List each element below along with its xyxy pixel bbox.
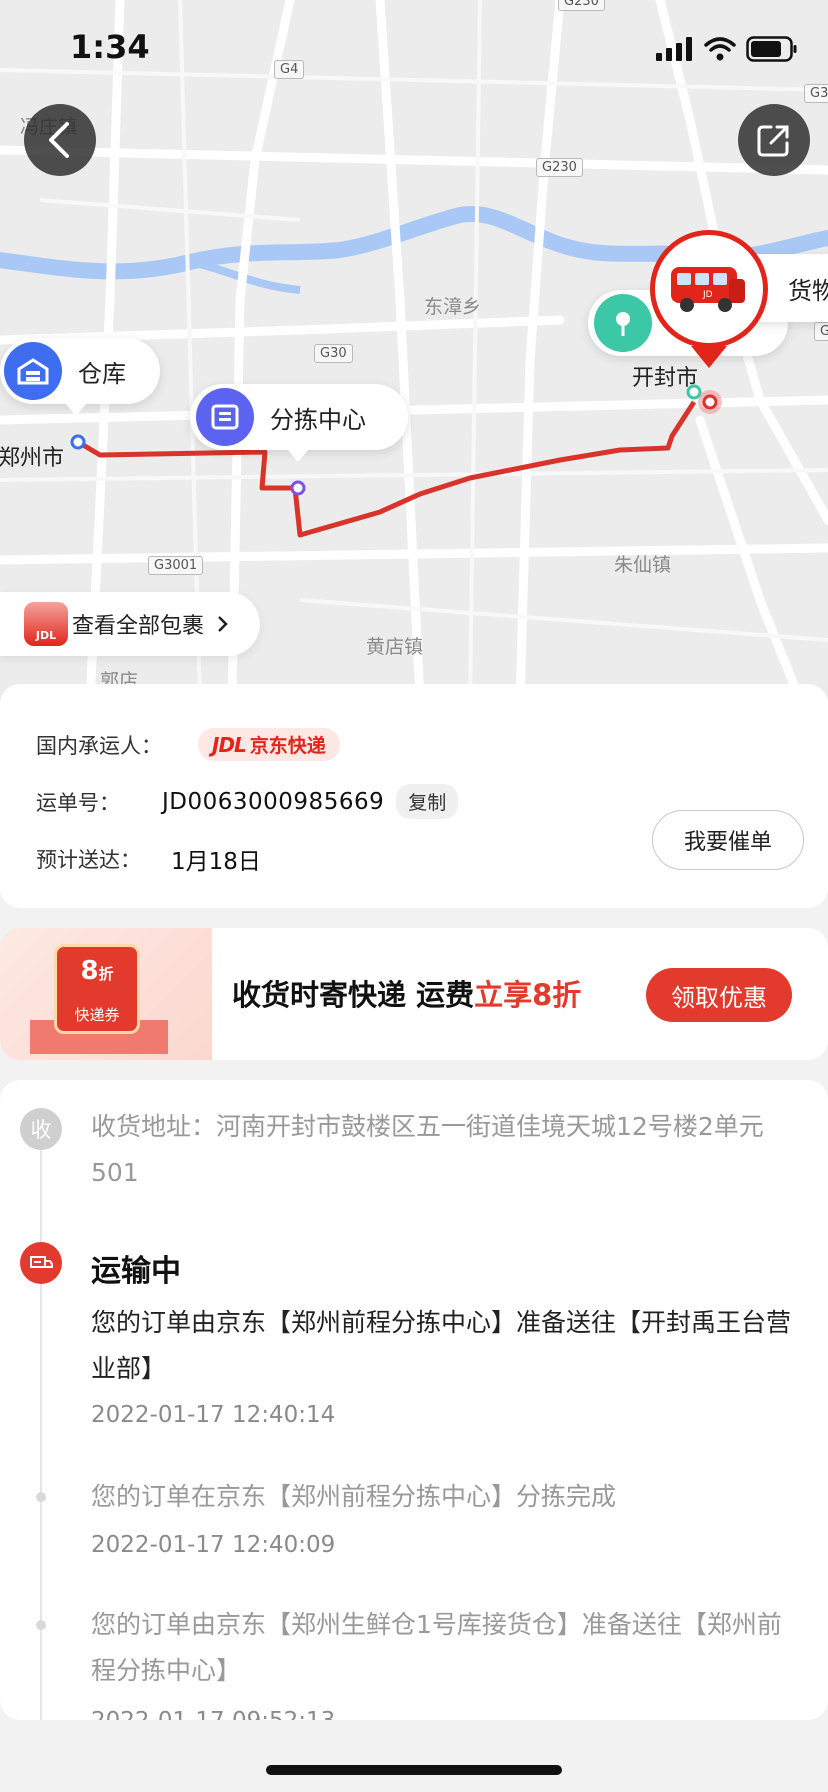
promo-text-highlight: 立享8折 bbox=[474, 978, 582, 1012]
sorting-center-icon bbox=[196, 388, 254, 446]
view-all-packages-button[interactable]: JDL 查看全部包裹 bbox=[0, 592, 260, 656]
map-label-kaifeng: 开封市 bbox=[632, 366, 699, 391]
share-icon bbox=[757, 125, 789, 157]
carrier-row: 国内承运人： JDL 京东快递 bbox=[36, 728, 340, 761]
package-box-icon: JDL bbox=[24, 602, 68, 646]
map-label-zhengzhou: 郑州市 bbox=[0, 446, 65, 471]
event-time-2: 2022-01-17 12:40:09 bbox=[91, 1532, 336, 1558]
timeline-dot bbox=[36, 1492, 46, 1502]
sorting-center-label: 分拣中心 bbox=[270, 405, 366, 434]
road-shield-g3x: G3 bbox=[804, 84, 828, 103]
signal-icon bbox=[656, 37, 692, 61]
home-indicator-area bbox=[0, 1722, 828, 1792]
current-status: 运输中 bbox=[91, 1254, 181, 1289]
truck-marker[interactable]: JD bbox=[650, 230, 768, 348]
coupon-discount: 8 bbox=[80, 956, 99, 986]
tracking-timeline-card: 收 收货地址：河南开封市鼓楼区五一街道佳境天城12号楼2单元501 运输中 您的… bbox=[0, 1080, 828, 1720]
copy-waybill-button[interactable]: 复制 bbox=[396, 784, 459, 819]
delivery-address: 收货地址：河南开封市鼓楼区五一街道佳境天城12号楼2单元501 bbox=[91, 1112, 764, 1187]
in-transit-node bbox=[20, 1242, 62, 1284]
status-icons bbox=[656, 36, 798, 62]
event-text-3: 您的订单由京东【郑州生鲜仓1号库接货仓】准备送往【郑州前程分拣中心】 bbox=[91, 1610, 782, 1685]
timeline-line bbox=[40, 1120, 42, 1720]
waybill-row: 运单号： JD0063000985669 复制 bbox=[36, 784, 459, 819]
map-label-dongzhang: 东漳乡 bbox=[424, 296, 482, 318]
road-shield-g30: G30 bbox=[314, 344, 353, 363]
event-text-1: 您的订单由京东【郑州前程分拣中心】准备送往【开封禹王台营业部】 bbox=[91, 1308, 792, 1383]
coupon-illustration: 8折 快递券 bbox=[0, 928, 212, 1060]
road-shield-g230: G230 bbox=[536, 158, 583, 177]
coupon-badge: 8折 快递券 bbox=[54, 944, 140, 1034]
claim-discount-button[interactable]: 领取优惠 bbox=[646, 968, 792, 1022]
sorting-center-marker[interactable]: 分拣中心 bbox=[190, 384, 408, 450]
battery-icon bbox=[746, 36, 797, 62]
goods-label: 货物 bbox=[788, 276, 828, 305]
svg-text:JD: JD bbox=[702, 290, 713, 300]
waybill-number: JD0063000985669 bbox=[162, 788, 385, 815]
timeline-dot bbox=[36, 1620, 46, 1630]
receive-node: 收 bbox=[20, 1108, 62, 1150]
promo-text-main: 收货时寄快递 运费 bbox=[232, 978, 475, 1012]
sorting-center-marker-pointer bbox=[288, 450, 308, 462]
promo-card[interactable]: 8折 快递券 收货时寄快递 运费立享8折 领取优惠 bbox=[0, 928, 828, 1060]
promo-text: 收货时寄快递 运费立享8折 bbox=[232, 972, 581, 1014]
map-label-huangdian: 黄店镇 bbox=[366, 636, 424, 658]
warehouse-marker[interactable]: 仓库 bbox=[0, 338, 160, 404]
event-text-2: 您的订单在京东【郑州前程分拣中心】分拣完成 bbox=[91, 1482, 617, 1511]
station-pin-icon bbox=[594, 294, 652, 352]
carrier-name: 京东快递 bbox=[249, 735, 326, 757]
road-shield-g4: G4 bbox=[274, 60, 305, 79]
road-shield-g-right: G bbox=[814, 322, 828, 341]
back-button[interactable] bbox=[24, 104, 96, 176]
warehouse-icon bbox=[4, 342, 62, 400]
urge-order-button[interactable]: 我要催单 bbox=[652, 810, 804, 870]
view-all-packages-label: 查看全部包裹 bbox=[72, 614, 205, 639]
jdl-logo: JDL bbox=[212, 732, 247, 757]
eta-label: 预计送达： bbox=[36, 848, 141, 872]
map-label-zhuxian: 朱仙镇 bbox=[614, 554, 672, 576]
share-button[interactable] bbox=[738, 104, 810, 176]
eta-row: 预计送达： 1月18日 bbox=[36, 842, 261, 876]
home-indicator[interactable] bbox=[266, 1765, 562, 1775]
truck-small-icon bbox=[30, 1256, 53, 1268]
coupon-name: 快递券 bbox=[74, 1006, 120, 1024]
event-time-3: 2022-01-17 09:52:13 bbox=[91, 1708, 335, 1720]
status-time: 1:34 bbox=[70, 28, 150, 66]
event-time-1: 2022-01-17 12:40:14 bbox=[91, 1402, 336, 1428]
back-arrow-icon bbox=[49, 122, 69, 158]
carrier-info-card: 国内承运人： JDL 京东快递 运单号： JD0063000985669 复制 … bbox=[0, 684, 828, 908]
truck-icon: JD bbox=[671, 267, 745, 312]
waybill-label: 运单号： bbox=[36, 790, 120, 815]
warehouse-marker-pointer bbox=[66, 404, 86, 416]
eta-value: 1月18日 bbox=[171, 849, 261, 875]
carrier-label: 国内承运人： bbox=[36, 733, 162, 758]
map-view[interactable]: 冯庄镇 东漳乡 郑州市 开封市 朱仙镇 黄店镇 郭店 G4 G230 G230 … bbox=[0, 0, 828, 700]
road-shield-g3001: G3001 bbox=[148, 556, 204, 575]
chevron-right-icon bbox=[218, 616, 228, 632]
logistics-page: 冯庄镇 东漳乡 郑州市 开封市 朱仙镇 黄店镇 郭店 G4 G230 G230 … bbox=[0, 0, 828, 1792]
coupon-unit: 折 bbox=[98, 965, 114, 983]
road-shield-g230-top: G230 bbox=[558, 0, 605, 11]
warehouse-label: 仓库 bbox=[78, 359, 126, 388]
truck-marker-pointer bbox=[691, 346, 727, 368]
carrier-badge: JDL 京东快递 bbox=[198, 728, 340, 761]
wifi-icon bbox=[704, 37, 736, 61]
